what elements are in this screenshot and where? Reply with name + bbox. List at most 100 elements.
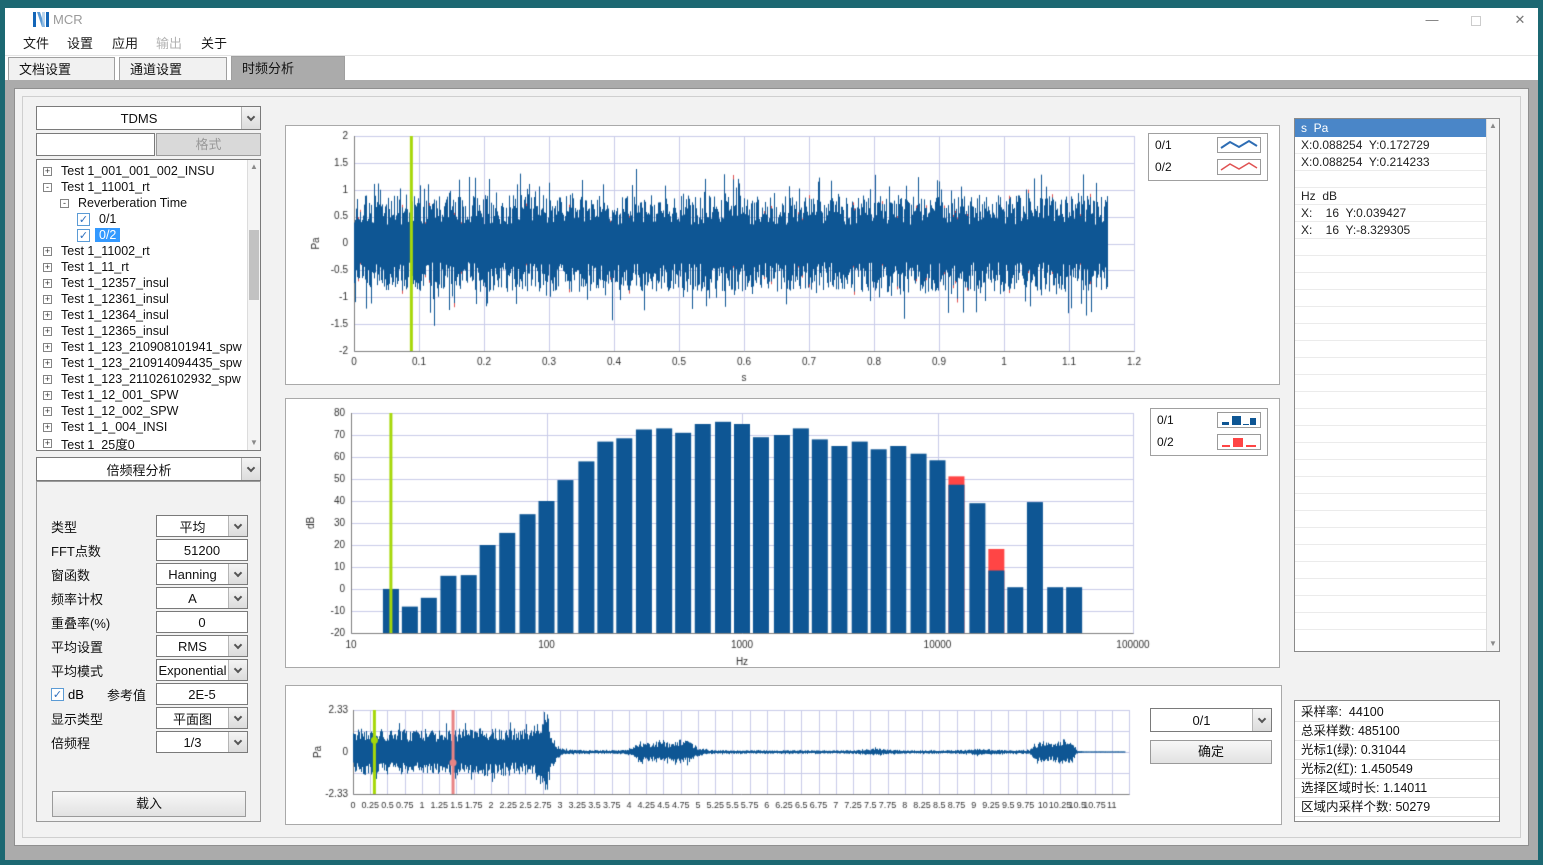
load-button[interactable]: 载入 [52, 791, 246, 817]
expand-plus-icon[interactable]: + [43, 279, 52, 288]
confirm-button[interactable]: 确定 [1150, 740, 1272, 764]
tree-item[interactable]: + Test 1_11_rt [37, 259, 246, 275]
tree-item-label[interactable]: 0/2 [95, 228, 120, 242]
form-input[interactable] [156, 611, 248, 633]
tree-scrollbar[interactable]: ▲ ▼ [247, 160, 260, 450]
chevron-down-icon[interactable] [1252, 709, 1271, 731]
chevron-down-icon[interactable] [228, 636, 247, 656]
tree-item-label[interactable]: Test 1_1_004_INSI [57, 420, 171, 434]
chevron-down-icon[interactable] [228, 564, 247, 584]
tree-item[interactable]: + Test 1_123_210908101941_spw [37, 339, 246, 355]
collapse-minus-icon[interactable]: - [43, 183, 52, 192]
tree-item-label[interactable]: Test 1_25度0 [57, 434, 139, 452]
tree-item-label[interactable]: Test 1_001_001_002_INSU [57, 164, 219, 178]
checkbox[interactable]: ✓ [77, 213, 90, 226]
chevron-down-icon[interactable] [241, 458, 260, 480]
chevron-down-icon[interactable] [228, 732, 247, 752]
tree-item[interactable]: -Test 1_11001_rt [37, 179, 246, 195]
menu-file[interactable]: 文件 [13, 32, 59, 56]
tree-item[interactable]: + Test 1_123_211026102932_spw [37, 371, 246, 387]
expand-plus-icon[interactable]: + [43, 167, 52, 176]
expand-plus-icon[interactable]: + [43, 375, 52, 384]
chevron-down-icon[interactable] [241, 107, 260, 129]
expand-plus-icon[interactable]: + [43, 327, 52, 336]
chevron-down-icon[interactable] [228, 516, 247, 536]
collapse-minus-icon[interactable]: - [60, 199, 69, 208]
expand-plus-icon[interactable]: + [43, 423, 52, 432]
analysis-type-select[interactable]: 倍频程分析 [36, 457, 261, 481]
tree-item-label[interactable]: Test 1_11002_rt [57, 244, 154, 258]
form-select[interactable]: RMS [156, 635, 248, 657]
scroll-up-icon[interactable]: ▲ [1487, 119, 1499, 133]
chevron-down-icon[interactable] [228, 588, 247, 608]
form-input[interactable] [156, 539, 248, 561]
maximize-button[interactable] [1461, 10, 1491, 30]
channel-select[interactable]: 0/1 [1150, 708, 1272, 732]
form-select[interactable]: A [156, 587, 248, 609]
form-select[interactable]: 平均 [156, 515, 248, 537]
expand-plus-icon[interactable]: + [43, 263, 52, 272]
reading-row[interactable]: X:0.088254 Y:0.172729 [1295, 137, 1486, 154]
filter-input[interactable] [36, 133, 155, 156]
expand-plus-icon[interactable]: + [43, 295, 52, 304]
tree-item-label[interactable]: Test 1_11_rt [57, 260, 133, 274]
tree-item-label[interactable]: Test 1_12_002_SPW [57, 404, 182, 418]
tree-item-label[interactable]: 0/1 [95, 212, 120, 226]
minimize-button[interactable]: — [1417, 10, 1447, 30]
tree-item[interactable]: + Test 1_25度0 [37, 435, 246, 451]
octave-spectrum-canvas[interactable] [286, 399, 1279, 667]
readings-header[interactable]: s Pa [1295, 119, 1486, 137]
tree-item[interactable]: + Test 1_12361_insul [37, 291, 246, 307]
tree-item-label[interactable]: Test 1_12365_insul [57, 324, 173, 338]
expand-plus-icon[interactable]: + [43, 439, 52, 448]
expand-plus-icon[interactable]: + [43, 247, 52, 256]
form-select[interactable]: Exponential [156, 659, 248, 681]
menu-settings[interactable]: 设置 [57, 32, 103, 56]
reading-row[interactable]: X:0.088254 Y:0.214233 [1295, 154, 1486, 171]
file-format-select[interactable]: TDMS [36, 106, 261, 130]
tree-item-label[interactable]: Test 1_123_210908101941_spw [57, 340, 246, 354]
reading-row[interactable] [1295, 171, 1486, 188]
reading-row[interactable]: X: 16 Y:-8.329305 [1295, 222, 1486, 239]
expand-plus-icon[interactable]: + [43, 359, 52, 368]
tree-item-label[interactable]: Test 1_12_001_SPW [57, 388, 182, 402]
reading-row[interactable]: Hz dB [1295, 188, 1486, 205]
tree-item[interactable]: + Test 1_12357_insul [37, 275, 246, 291]
checkbox[interactable]: ✓ [77, 229, 90, 242]
db-checkbox[interactable]: ✓ [51, 688, 64, 701]
tree-item[interactable]: ✓ 0/2 [37, 227, 246, 243]
tree-item-label[interactable]: Test 1_123_210914094435_spw [57, 356, 246, 370]
form-select[interactable]: 1/3 [156, 731, 248, 753]
tree-item[interactable]: + Test 1_001_001_002_INSU [37, 163, 246, 179]
expand-plus-icon[interactable]: + [43, 391, 52, 400]
reading-row[interactable]: X: 16 Y:0.039427 [1295, 205, 1486, 222]
tree-item[interactable]: -Reverberation Time [37, 195, 246, 211]
tree-item-label[interactable]: Test 1_12364_insul [57, 308, 173, 322]
chevron-down-icon[interactable] [228, 660, 247, 680]
readings-scrollbar[interactable]: ▲ ▼ [1486, 119, 1499, 651]
tree-item[interactable]: + Test 1_12365_insul [37, 323, 246, 339]
tree-item-label[interactable]: Test 1_12357_insul [57, 276, 173, 290]
close-button[interactable]: ✕ [1505, 10, 1535, 30]
tree-item-label[interactable]: Test 1_11001_rt [57, 180, 154, 194]
tree-item[interactable]: + Test 1_11002_rt [37, 243, 246, 259]
tree-item[interactable]: + Test 1_12364_insul [37, 307, 246, 323]
expand-plus-icon[interactable]: + [43, 407, 52, 416]
chevron-down-icon[interactable] [228, 708, 247, 728]
expand-plus-icon[interactable]: + [43, 311, 52, 320]
tab-channel-settings[interactable]: 通道设置 [119, 57, 227, 80]
menu-about[interactable]: 关于 [191, 32, 237, 56]
tab-time-frequency-analysis[interactable]: 时频分析 [231, 56, 345, 80]
tree-item-label[interactable]: Test 1_12361_insul [57, 292, 173, 306]
full-record-canvas[interactable] [286, 686, 1281, 824]
scroll-down-icon[interactable]: ▼ [1487, 637, 1499, 651]
tree-item-label[interactable]: Reverberation Time [74, 196, 191, 210]
form-select[interactable]: 平面图 [156, 707, 248, 729]
tree-item[interactable]: + Test 1_123_210914094435_spw [37, 355, 246, 371]
menu-apply[interactable]: 应用 [102, 32, 148, 56]
tree-item[interactable]: ✓ 0/1 [37, 211, 246, 227]
tree-item-label[interactable]: Test 1_123_211026102932_spw [57, 372, 245, 386]
form-input[interactable] [156, 683, 248, 705]
tab-document-settings[interactable]: 文档设置 [8, 57, 115, 80]
expand-plus-icon[interactable]: + [43, 343, 52, 352]
